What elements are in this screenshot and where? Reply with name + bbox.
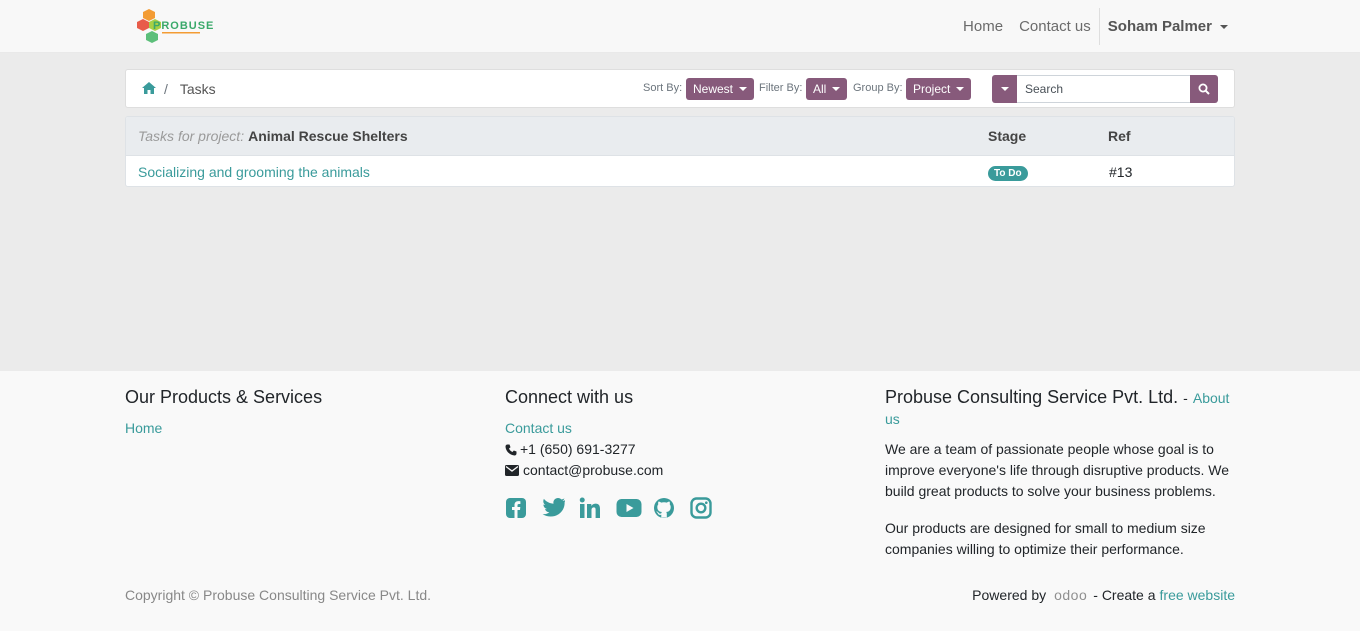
probuse-logo[interactable]: PROBUSE bbox=[136, 7, 216, 47]
stage-cell: To Do bbox=[988, 156, 1028, 186]
social-links bbox=[505, 493, 727, 523]
copyright-text: Copyright © Probuse Consulting Service P… bbox=[125, 587, 432, 603]
chevron-down-icon bbox=[956, 87, 965, 91]
sort-value: Newest bbox=[693, 82, 734, 96]
nav-divider bbox=[1098, 8, 1100, 45]
phone-line: +1 (650) 691-3277 bbox=[505, 439, 727, 460]
group-value: Project bbox=[913, 82, 951, 96]
twitter-icon[interactable] bbox=[542, 493, 579, 523]
odoo-logo[interactable]: odoo bbox=[1054, 587, 1087, 603]
phone-icon bbox=[505, 444, 517, 455]
filter-label: Filter By: bbox=[759, 82, 803, 94]
footer-connect-column: Connect with us Contact us +1 (650) 691-… bbox=[505, 387, 727, 523]
filter-value: All bbox=[813, 82, 827, 96]
facebook-icon[interactable] bbox=[505, 493, 542, 523]
about-paragraph-1: We are a team of passionate people whose… bbox=[885, 441, 1230, 499]
email-address: contact@probuse.com bbox=[523, 462, 664, 478]
chevron-down-icon bbox=[1220, 24, 1228, 29]
search-options-button[interactable] bbox=[992, 75, 1017, 103]
filter-dropdown[interactable]: All bbox=[806, 78, 848, 100]
user-menu-dropdown[interactable]: Soham Palmer bbox=[1108, 18, 1228, 35]
table-header: Tasks for project: Animal Rescue Shelter… bbox=[126, 117, 1234, 156]
task-link[interactable]: Socializing and grooming the animals bbox=[138, 164, 370, 180]
breadcrumb: / Tasks bbox=[142, 70, 216, 107]
main-nav: Home Contact us Soham Palmer bbox=[947, 0, 1228, 53]
products-title: Our Products & Services bbox=[125, 387, 323, 407]
project-prefix: Tasks for project: bbox=[138, 128, 245, 144]
footer-home-link[interactable]: Home bbox=[125, 418, 322, 439]
search-group bbox=[992, 75, 1218, 103]
footer-products-column: Our Products & Services Home bbox=[125, 387, 322, 439]
email-line: contact@probuse.com bbox=[505, 460, 727, 481]
main-content: / Tasks Sort By: Newest Filter By: All G… bbox=[0, 53, 1360, 371]
chevron-down-icon bbox=[832, 87, 841, 91]
nav-home-link[interactable]: Home bbox=[963, 18, 1003, 35]
footer-about-column: Probuse Consulting Service Pvt. Ltd. - A… bbox=[885, 387, 1235, 560]
group-dropdown[interactable]: Project bbox=[906, 78, 972, 100]
portal-toolbar: / Tasks Sort By: Newest Filter By: All G… bbox=[125, 69, 1235, 108]
breadcrumb-separator: / bbox=[164, 80, 168, 97]
footer: Our Products & Services Home Connect wit… bbox=[0, 371, 1360, 631]
group-label: Group By: bbox=[853, 82, 903, 94]
user-name: Soham Palmer bbox=[1107, 18, 1212, 35]
table-row: Socializing and grooming the animals To … bbox=[126, 156, 1234, 186]
linkedin-icon[interactable] bbox=[579, 493, 616, 523]
youtube-icon[interactable] bbox=[616, 493, 653, 523]
search-icon bbox=[1198, 83, 1210, 95]
project-header: Tasks for project: Animal Rescue Shelter… bbox=[138, 117, 408, 155]
chevron-down-icon bbox=[1000, 87, 1009, 91]
stage-column-header: Stage bbox=[988, 128, 1027, 144]
footer-contact-link[interactable]: Contact us bbox=[505, 418, 727, 439]
free-website-link[interactable]: free website bbox=[1160, 587, 1235, 603]
powered-by: Powered by odoo - Create a free website bbox=[972, 587, 1235, 603]
sort-label: Sort By: bbox=[643, 82, 683, 94]
create-text: - Create a bbox=[1093, 587, 1156, 603]
stage-badge: To Do bbox=[988, 165, 1028, 181]
about-paragraph-2: Our products are designed for small to m… bbox=[885, 520, 1206, 557]
project-name: Animal Rescue Shelters bbox=[248, 128, 408, 144]
phone-number: +1 (650) 691-3277 bbox=[520, 441, 636, 457]
title-separator: - bbox=[1183, 390, 1188, 406]
task-name-cell: Socializing and grooming the animals bbox=[138, 156, 370, 186]
powered-by-text: Powered by bbox=[972, 587, 1047, 603]
about-title: Probuse Consulting Service Pvt. Ltd. - A… bbox=[885, 387, 1235, 429]
breadcrumb-current: Tasks bbox=[179, 80, 216, 97]
search-input[interactable] bbox=[1017, 75, 1190, 103]
sort-dropdown[interactable]: Newest bbox=[686, 78, 755, 100]
company-name: Probuse Consulting Service Pvt. Ltd. bbox=[885, 387, 1179, 407]
connect-title: Connect with us bbox=[505, 387, 634, 407]
ref-column-header: Ref bbox=[1108, 128, 1131, 144]
chevron-down-icon bbox=[739, 87, 748, 91]
svg-text:PROBUSE: PROBUSE bbox=[153, 20, 214, 32]
top-navbar: PROBUSE Home Contact us Soham Palmer bbox=[0, 0, 1360, 53]
github-icon[interactable] bbox=[653, 493, 690, 523]
home-icon[interactable] bbox=[142, 81, 156, 97]
tasks-table: Tasks for project: Animal Rescue Shelter… bbox=[125, 116, 1235, 187]
ref-cell: #13 bbox=[1109, 163, 1133, 180]
instagram-icon[interactable] bbox=[690, 493, 727, 523]
nav-contact-link[interactable]: Contact us bbox=[1019, 18, 1091, 35]
search-button[interactable] bbox=[1190, 75, 1218, 103]
envelope-icon bbox=[505, 465, 519, 476]
